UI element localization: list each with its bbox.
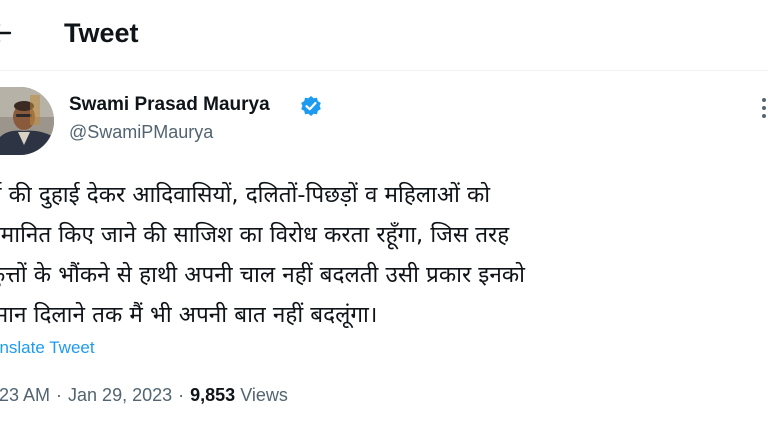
avatar[interactable]: [0, 87, 54, 155]
views-label: Views: [240, 385, 288, 405]
tweet-text: र्म की दुहाई देकर आदिवासियों, दलितों-पिछ…: [0, 175, 768, 335]
tweet-meta: :23 AM·Jan 29, 2023·9,853 Views: [0, 385, 288, 406]
avatar-image: [0, 87, 54, 155]
tweet-text-line: पमानित किए जाने की साजिश का विरोध करता र…: [0, 222, 510, 248]
views-count: 9,853: [190, 385, 236, 405]
tweet-text-line: र्म की दुहाई देकर आदिवासियों, दलितों-पिछ…: [0, 182, 491, 208]
tweet-header: Tweet: [0, 0, 768, 70]
meta-separator: ·: [56, 385, 63, 405]
tweet-date[interactable]: Jan 29, 2023: [68, 385, 172, 405]
meta-separator: ·: [178, 385, 185, 405]
arrow-left-icon[interactable]: [0, 20, 14, 46]
author-handle[interactable]: @SwamiPMaurya: [69, 122, 213, 143]
tweet-time[interactable]: :23 AM: [0, 385, 50, 405]
verified-badge-icon: [301, 96, 321, 116]
translate-tweet-link[interactable]: anslate Tweet: [0, 338, 95, 358]
author-name[interactable]: Swami Prasad Maurya: [69, 94, 270, 116]
tweet-text-line: कुत्तों के भौंकने से हाथी अपनी चाल नहीं …: [0, 262, 525, 288]
tweet-text-line: म्मान दिलाने तक मैं भी अपनी बात नहीं बदल…: [0, 302, 378, 328]
header-divider: [0, 70, 768, 71]
page-title: Tweet: [64, 18, 139, 48]
more-options-icon[interactable]: [758, 96, 768, 120]
